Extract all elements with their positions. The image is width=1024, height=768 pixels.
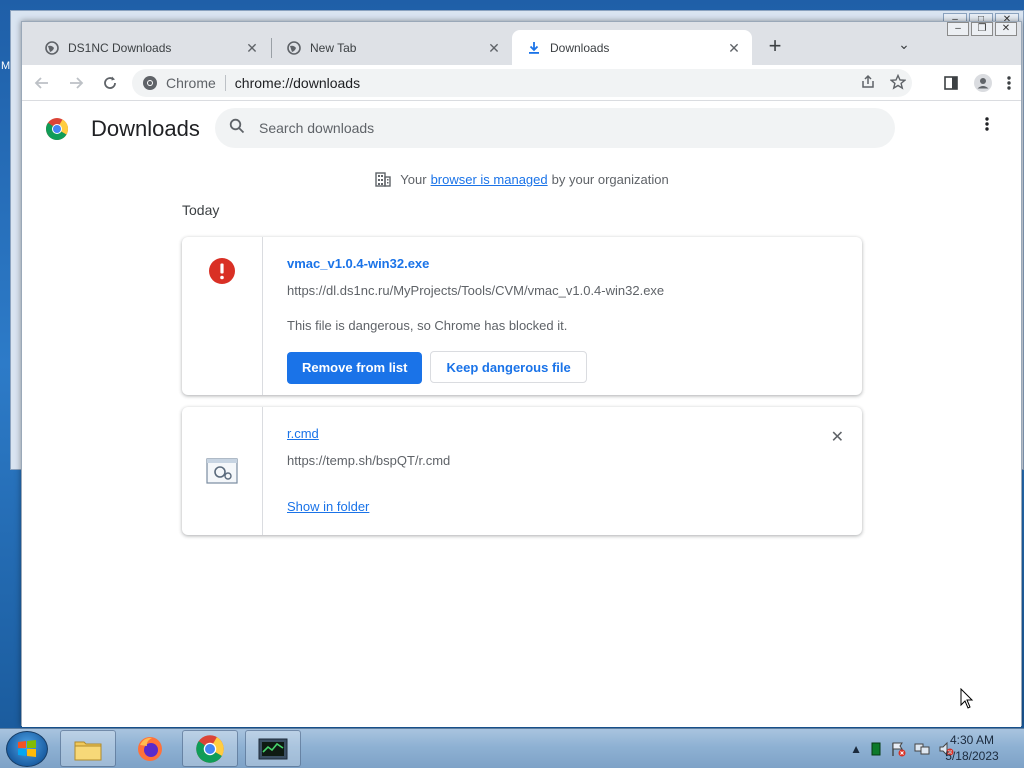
download-actions: Show in folder [287, 498, 842, 516]
tab-close-icon[interactable]: ✕ [486, 40, 502, 56]
site-info-chip[interactable]: Chrome [142, 75, 216, 91]
remove-item-close-icon[interactable]: ✕ [831, 427, 844, 447]
start-button[interactable] [6, 731, 48, 767]
download-item-icon-column [182, 407, 263, 535]
download-item-content: r.cmd https://temp.sh/bspQT/r.cmd Show i… [287, 407, 842, 516]
tab-close-icon[interactable]: ✕ [726, 40, 742, 56]
task-manager-icon [258, 738, 288, 759]
clock-date: 5/18/2023 [945, 749, 999, 763]
building-icon [374, 170, 392, 188]
file-status: This file is dangerous, so Chrome has bl… [287, 318, 568, 333]
window-controls: – ❐ ✕ [947, 22, 1017, 36]
browser-toolbar: Chrome chrome://downloads [22, 65, 1021, 101]
firefox-taskbar-button[interactable] [122, 730, 178, 767]
file-url: https://dl.ds1nc.ru/MyProjects/Tools/CVM… [287, 283, 665, 298]
chrome-icon [196, 734, 224, 763]
globe-icon [44, 40, 60, 56]
file-explorer-taskbar-button[interactable] [60, 730, 116, 767]
chrome-icon [143, 76, 157, 90]
download-actions: Remove from list Keep dangerous file [287, 351, 842, 384]
downloads-more-icon[interactable] [977, 116, 997, 140]
action-center-flag-icon[interactable] [890, 741, 906, 757]
url-text[interactable]: chrome://downloads [235, 75, 360, 91]
network-icon[interactable] [914, 741, 930, 757]
tab-search-chevron-icon[interactable]: ⌄ [894, 36, 914, 56]
chrome-menu-icon[interactable] [1007, 75, 1011, 91]
profile-avatar-icon[interactable] [973, 73, 993, 93]
download-item: r.cmd https://temp.sh/bspQT/r.cmd Show i… [182, 407, 862, 535]
desktop-edge-label: M [1, 60, 11, 72]
taskbar: ▲ 4:30 AM 5/18/2023 [0, 728, 1024, 768]
system-clock[interactable]: 4:30 AM 5/18/2023 [940, 732, 1004, 764]
chrome-taskbar-button[interactable] [182, 730, 238, 767]
bookmark-star-icon[interactable] [889, 73, 907, 93]
file-explorer-icon [74, 741, 102, 760]
download-item-icon-column [182, 237, 263, 395]
windows-logo-icon [18, 740, 36, 757]
chrome-logo-icon [45, 117, 69, 146]
tab-title: DS1NC Downloads [68, 40, 172, 55]
omnibox-divider [224, 75, 226, 91]
danger-icon [208, 257, 236, 395]
chrome-window: DS1NC Downloads ✕ New Tab ✕ Downloads ✕ … [21, 21, 1022, 727]
show-hidden-icons-icon[interactable]: ▲ [850, 742, 862, 756]
restore-icon[interactable]: ❐ [971, 22, 993, 36]
minimize-icon[interactable]: – [947, 22, 969, 36]
share-icon[interactable] [860, 74, 876, 93]
tab-ds1nc-downloads[interactable]: DS1NC Downloads ✕ [30, 30, 270, 65]
file-name-link[interactable]: r.cmd [287, 426, 842, 441]
date-section-label: Today [182, 202, 220, 218]
tab-title: New Tab [310, 40, 357, 55]
tab-title: Downloads [550, 40, 610, 55]
page-title: Downloads [91, 116, 200, 141]
managed-prefix: Your [400, 171, 427, 187]
new-tab-button[interactable]: + [762, 34, 788, 60]
file-name: vmac_v1.0.4-win32.exe [287, 256, 430, 271]
side-panel-icon[interactable] [943, 75, 959, 91]
remove-from-list-button[interactable]: Remove from list [287, 352, 423, 384]
search-bar [215, 108, 895, 148]
tab-strip: DS1NC Downloads ✕ New Tab ✕ Downloads ✕ … [22, 22, 1021, 65]
close-icon[interactable]: ✕ [995, 22, 1017, 36]
downloads-header: Downloads [22, 102, 1021, 158]
back-arrow-icon[interactable] [28, 69, 56, 97]
search-icon [229, 118, 245, 139]
download-icon [526, 40, 542, 56]
address-bar[interactable]: Chrome chrome://downloads [132, 69, 912, 97]
tab-close-icon[interactable]: ✕ [244, 40, 260, 56]
reload-icon[interactable] [96, 69, 124, 97]
system-tray: ▲ [850, 739, 954, 759]
task-manager-taskbar-button[interactable] [245, 730, 301, 767]
tab-new-tab[interactable]: New Tab ✕ [272, 30, 512, 65]
toolbar-right-actions [943, 69, 1011, 97]
clock-time: 4:30 AM [949, 733, 995, 747]
globe-icon [286, 40, 302, 56]
downloads-page: Downloads Your browser is managed by you… [22, 102, 1021, 727]
download-item-content: vmac_v1.0.4-win32.exe https://dl.ds1nc.r… [287, 237, 842, 384]
managed-notice: Your browser is managed by your organiza… [22, 170, 1021, 188]
mouse-cursor-icon [960, 687, 974, 715]
site-chip-label: Chrome [166, 75, 216, 91]
forward-arrow-icon[interactable] [62, 69, 90, 97]
keep-dangerous-file-button[interactable]: Keep dangerous file [430, 351, 587, 383]
file-url: https://temp.sh/bspQT/r.cmd [287, 453, 451, 468]
omnibox-actions [860, 73, 907, 93]
search-input[interactable] [259, 120, 819, 136]
cmd-file-icon [206, 457, 238, 535]
managed-suffix: by your organization [551, 171, 669, 187]
tab-downloads[interactable]: Downloads ✕ [512, 30, 752, 65]
battery-icon[interactable] [870, 742, 882, 756]
browser-managed-link[interactable]: browser is managed [431, 172, 548, 187]
firefox-icon [138, 736, 162, 761]
download-item: vmac_v1.0.4-win32.exe https://dl.ds1nc.r… [182, 237, 862, 395]
show-in-folder-link[interactable]: Show in folder [287, 499, 369, 514]
